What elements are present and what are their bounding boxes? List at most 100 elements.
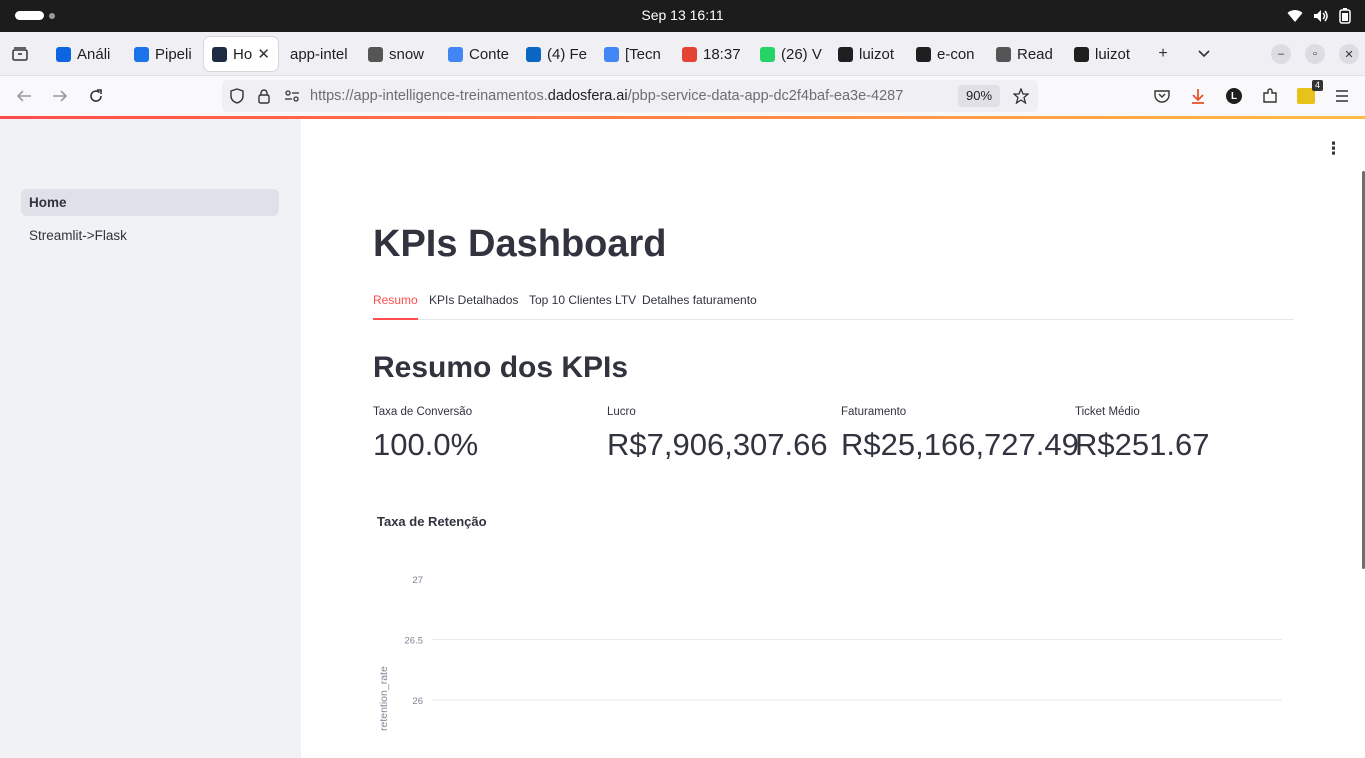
page-title: KPIs Dashboard xyxy=(373,223,667,265)
battery-icon xyxy=(1339,8,1351,24)
browser-tab-title: Análi xyxy=(77,45,111,63)
browser-tab[interactable]: app-intel xyxy=(282,37,354,71)
profile-letter: L xyxy=(1226,88,1242,104)
os-status-icons[interactable] xyxy=(1287,0,1351,32)
downloads-icon[interactable] xyxy=(1186,84,1210,108)
y-tick-label: 26 xyxy=(412,696,423,707)
pocket-icon[interactable] xyxy=(1150,84,1174,108)
browser-tab[interactable]: [Tecn xyxy=(596,37,668,71)
browser-tab-title: (4) Fe xyxy=(547,45,588,63)
os-clock[interactable]: Sep 13 16:11 xyxy=(0,0,1365,32)
browser-tab-title: luizot xyxy=(859,45,895,63)
metric-value: 100.0% xyxy=(373,427,479,462)
url-prefix: https://app-intelligence-treinamentos. xyxy=(310,88,548,104)
metric-value: R$25,166,727.49 xyxy=(841,427,1079,462)
browser-tab-title: Read xyxy=(1017,45,1053,63)
url-domain: dadosfera.ai xyxy=(547,88,628,104)
browser-tab[interactable]: Conte xyxy=(440,37,512,71)
browser-tab-title: [Tecn xyxy=(625,45,661,63)
browser-tab-title: e-con xyxy=(937,45,975,63)
y-tick-label: 27 xyxy=(412,575,423,586)
tab-kpis-detalhados[interactable]: KPIs Detalhados xyxy=(429,293,518,320)
linkedin-icon xyxy=(526,46,541,62)
new-tab-button[interactable]: + xyxy=(1151,42,1175,66)
browser-tab-title: luizot xyxy=(1095,45,1131,63)
close-window-button[interactable]: ✕ xyxy=(1339,44,1359,64)
browser-tab[interactable]: Ho ✕ xyxy=(204,37,278,71)
trello-icon xyxy=(56,46,71,62)
sidebar-item-home[interactable]: Home xyxy=(21,189,279,216)
firefox-view-icon[interactable] xyxy=(8,42,32,66)
metric-label: Ticket Médio xyxy=(1075,406,1140,418)
metric-taxa-conversao: Taxa de Conversão 100.0% xyxy=(373,406,603,463)
url-text[interactable]: https://app-intelligence-treinamentos.da… xyxy=(310,80,950,112)
minimize-window-button[interactable]: – xyxy=(1271,44,1291,64)
browser-tab[interactable]: (4) Fe xyxy=(518,37,590,71)
maximize-window-button[interactable]: ▫ xyxy=(1305,44,1325,64)
zoom-level-button[interactable]: 90% xyxy=(958,85,1001,107)
github-icon xyxy=(1074,46,1089,62)
reload-icon xyxy=(90,89,102,102)
retention-chart[interactable]: 27 26.5 26 retention_rate xyxy=(371,559,1291,758)
hamburger-menu-icon[interactable] xyxy=(1330,84,1354,108)
main-content: ⋮ KPIs Dashboard Resumo KPIs Detalhados … xyxy=(301,119,1365,758)
browser-tab[interactable]: 18:37 xyxy=(674,37,746,71)
browser-tab-title: (26) V xyxy=(781,45,822,63)
back-button[interactable] xyxy=(11,84,37,108)
browser-tab[interactable]: Read xyxy=(988,37,1060,71)
os-top-bar: Sep 13 16:11 xyxy=(0,0,1365,32)
sidebar-item-streamlit-flask[interactable]: Streamlit->Flask xyxy=(21,222,279,249)
permissions-icon[interactable] xyxy=(283,87,301,105)
metric-lucro: Lucro R$7,906,307.66 xyxy=(607,406,837,463)
bookmark-star-icon[interactable] xyxy=(1012,87,1030,105)
chart-title: Taxa de Retenção xyxy=(377,514,487,529)
forward-button[interactable] xyxy=(47,84,73,108)
profile-avatar[interactable]: L xyxy=(1222,84,1246,108)
tab-resumo[interactable]: Resumo xyxy=(373,293,418,320)
y-tick-label: 26.5 xyxy=(405,636,424,647)
url-bar[interactable]: https://app-intelligence-treinamentos.da… xyxy=(222,80,1038,112)
extension-badge: 4 xyxy=(1311,80,1323,91)
metric-value: R$251.67 xyxy=(1075,427,1210,462)
extensions-puzzle-icon[interactable] xyxy=(1258,84,1282,108)
streamlit-icon xyxy=(212,46,227,62)
browser-tab[interactable]: snow xyxy=(360,37,432,71)
browser-tab-strip: Análi Pipeli Ho ✕ app-intel snow Conte (4) Fe [T… xyxy=(0,32,1365,76)
browser-tab[interactable]: luizot xyxy=(1066,37,1138,71)
browser-tab-title: app-intel xyxy=(290,45,348,63)
wifi-icon xyxy=(1287,10,1303,22)
tab-top-10-clientes-ltv[interactable]: Top 10 Clientes LTV xyxy=(529,293,636,320)
tab-bar: Resumo KPIs Detalhados Top 10 Clientes L… xyxy=(373,289,1294,320)
extension-icon[interactable]: 4 xyxy=(1294,80,1323,108)
metric-faturamento: Faturamento R$25,166,727.49 xyxy=(841,406,1079,463)
metric-label: Faturamento xyxy=(841,406,907,418)
y-axis-label: retention_rate xyxy=(378,666,390,731)
reload-button[interactable] xyxy=(83,84,109,108)
metric-ticket-medio: Ticket Médio R$251.67 xyxy=(1075,406,1305,463)
browser-tab[interactable]: (26) V xyxy=(752,37,824,71)
browser-tab[interactable]: e-con xyxy=(908,37,980,71)
tab-detalhes-faturamento[interactable]: Detalhes faturamento xyxy=(642,293,757,320)
todoist-icon xyxy=(682,46,697,62)
volume-icon xyxy=(1314,10,1328,22)
browser-tab-title: Ho xyxy=(233,45,253,63)
main-menu-kebab-icon[interactable]: ⋮ xyxy=(1325,139,1342,159)
browser-tab-title: snow xyxy=(389,45,425,63)
snowflake-icon xyxy=(368,46,383,62)
docs-icon xyxy=(448,46,463,62)
openai-icon xyxy=(996,46,1011,62)
browser-navigation-bar: https://app-intelligence-treinamentos.da… xyxy=(0,76,1365,116)
trello-icon xyxy=(916,46,931,62)
list-all-tabs-button[interactable] xyxy=(1192,42,1216,66)
url-path: /pbp-service-data-app-dc2f4baf-ea3e-4287 xyxy=(627,88,904,104)
browser-tab[interactable]: Pipeli xyxy=(126,37,198,71)
browser-tab[interactable]: Análi xyxy=(48,37,122,71)
metric-label: Lucro xyxy=(607,406,636,418)
tracking-protection-shield-icon[interactable] xyxy=(228,87,246,105)
arrow-right-icon xyxy=(53,90,68,102)
lock-icon[interactable] xyxy=(255,87,273,105)
section-title: Resumo dos KPIs xyxy=(373,351,629,384)
close-tab-icon[interactable]: ✕ xyxy=(257,45,270,63)
whatsapp-icon xyxy=(760,46,775,62)
browser-tab[interactable]: luizot xyxy=(830,37,902,71)
